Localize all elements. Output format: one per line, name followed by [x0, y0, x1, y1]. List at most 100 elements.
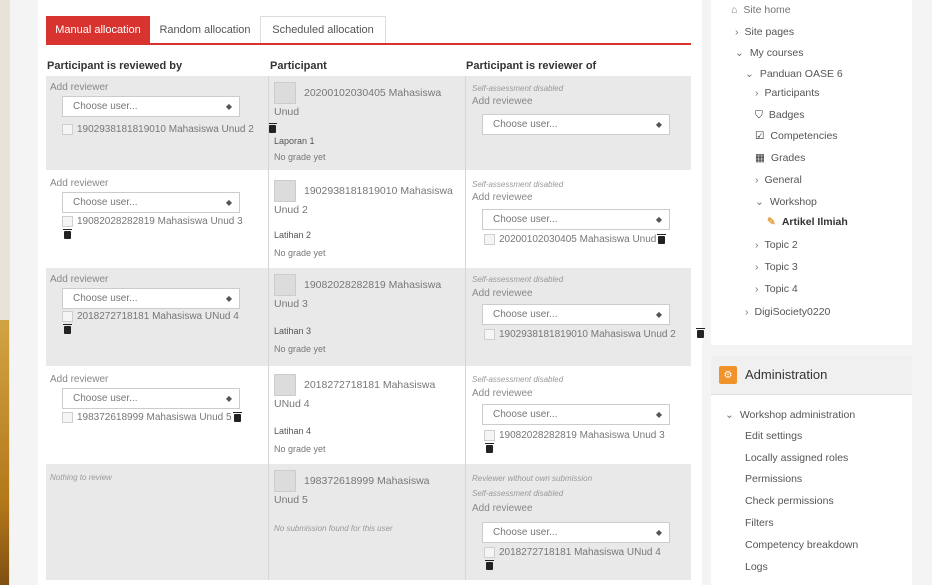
background-decoration: [0, 320, 9, 585]
nav-topic-2[interactable]: › Topic 2: [755, 239, 798, 251]
participant-line-1: 20200102030405 Mahasiswa: [304, 86, 442, 99]
reviewee-name: 2018272718181 Mahasiswa UNud 4: [499, 547, 661, 558]
choose-reviewee-select[interactable]: Choose user... ◆: [482, 304, 670, 325]
admin-link-check-permissions[interactable]: Check permissions: [745, 495, 834, 507]
admin-link-logs[interactable]: Logs: [745, 561, 768, 573]
nav-label: Topic 3: [764, 261, 798, 273]
nav-label: Grades: [770, 152, 806, 164]
chevron-down-icon: ⌄: [725, 409, 734, 421]
reviewer-entry: 2018272718181 Mahasiswa UNud 4: [62, 310, 267, 338]
chevron-down-icon: ◆: [655, 410, 662, 419]
reviewer-name: 198372618999 Mahasiswa Unud 5: [77, 412, 232, 424]
trash-icon[interactable]: [485, 560, 494, 571]
submission-link[interactable]: Laporan 1: [274, 136, 315, 146]
nav-label: Site pages: [744, 26, 795, 38]
reviewer-entry: 19082028282819 Mahasiswa Unud 3: [62, 215, 267, 243]
workshop-administration[interactable]: ⌄ Workshop administration: [725, 409, 855, 421]
grade-status: No grade yet: [274, 248, 326, 258]
participant-line-2: Unud 5: [274, 494, 308, 506]
avatar: [62, 123, 73, 135]
nav-workshop[interactable]: ⌄ Workshop: [755, 196, 817, 208]
self-assessment-note: Self-assessment disabled: [472, 375, 564, 384]
table-row: Add reviewer Choose user... ◆ 19082028282…: [46, 172, 691, 266]
trash-icon[interactable]: [485, 443, 494, 454]
trash-icon[interactable]: [696, 328, 705, 339]
participant-name: 198372618999 Mahasiswa Unud 5: [274, 470, 464, 508]
tab-random-allocation[interactable]: Random allocation: [151, 16, 259, 43]
select-value: Choose user...: [73, 101, 138, 112]
nav-topic-4[interactable]: › Topic 4: [755, 283, 798, 295]
nav-label: Badges: [768, 109, 805, 121]
reviewer-entry: 1902938181819010 Mahasiswa Unud 2: [62, 123, 277, 137]
chevron-down-icon: ◆: [655, 215, 662, 224]
trash-icon[interactable]: [268, 123, 277, 134]
admin-link-local-roles[interactable]: Locally assigned roles: [745, 452, 848, 464]
self-assessment-note: Self-assessment disabled: [472, 489, 564, 498]
chevron-right-icon: ›: [755, 174, 759, 186]
table-row: Add reviewer Choose user... ◆ 19029381818…: [46, 76, 691, 170]
trash-icon[interactable]: [63, 324, 72, 335]
select-value: Choose user...: [493, 119, 558, 130]
nav-competencies[interactable]: ☑ Competencies: [755, 130, 838, 142]
reviewer-without-submission-note: Reviewer without own submission: [472, 474, 593, 483]
choose-reviewee-select[interactable]: Choose user... ◆: [482, 522, 670, 543]
grade-status: No grade yet: [274, 444, 326, 454]
nav-grades[interactable]: ▦ Grades: [755, 152, 805, 164]
choose-reviewee-select[interactable]: Choose user... ◆: [482, 114, 670, 135]
choose-reviewee-select[interactable]: Choose user... ◆: [482, 209, 670, 230]
nav-other-course[interactable]: › DigiSociety0220: [745, 306, 830, 318]
submission-link[interactable]: Latihan 4: [274, 426, 311, 436]
submission-link[interactable]: Latihan 3: [274, 326, 311, 336]
user-picture: [274, 180, 296, 202]
nav-my-courses[interactable]: ⌄ My courses: [735, 47, 804, 59]
avatar: [484, 546, 495, 558]
tab-scheduled-allocation[interactable]: Scheduled allocation: [260, 16, 386, 43]
grade-status: No grade yet: [274, 344, 326, 354]
choose-reviewer-select[interactable]: Choose user... ◆: [62, 388, 240, 409]
chevron-down-icon: ◆: [225, 294, 232, 303]
nothing-to-review-note: Nothing to review: [50, 473, 112, 482]
table-row: Nothing to review 198372618999 Mahasiswa…: [46, 464, 691, 580]
table-icon: ▦: [755, 152, 765, 164]
tab-manual-allocation[interactable]: Manual allocation: [46, 16, 150, 43]
nav-site-pages[interactable]: › Site pages: [735, 26, 794, 38]
add-reviewer-label: Add reviewer: [50, 178, 109, 189]
nav-participants[interactable]: › Participants: [755, 87, 819, 99]
reviewee-entry: 20200102030405 Mahasiswa Unud: [484, 233, 667, 245]
add-reviewer-label: Add reviewer: [50, 274, 109, 285]
choose-reviewer-select[interactable]: Choose user... ◆: [62, 288, 240, 309]
chevron-down-icon: ◆: [225, 394, 232, 403]
admin-link-permissions[interactable]: Permissions: [745, 473, 802, 485]
choose-reviewee-select[interactable]: Choose user... ◆: [482, 404, 670, 425]
admin-link-competency-breakdown[interactable]: Competency breakdown: [745, 539, 858, 551]
home-icon: ⌂: [731, 4, 738, 16]
nav-course[interactable]: ⌄ Panduan OASE 6: [745, 68, 843, 80]
choose-reviewer-select[interactable]: Choose user... ◆: [62, 96, 240, 117]
table-row: Add reviewer Choose user... ◆ 20182727181…: [46, 268, 705, 366]
administration-header: ⚙ Administration: [711, 356, 912, 395]
chevron-down-icon: ◆: [655, 120, 662, 129]
nav-label: Workshop: [769, 196, 817, 208]
trash-icon[interactable]: [232, 411, 242, 422]
column-header-participant: Participant: [270, 60, 327, 72]
admin-link-edit-settings[interactable]: Edit settings: [745, 430, 802, 442]
trash-icon[interactable]: [657, 233, 667, 244]
choose-reviewer-select[interactable]: Choose user... ◆: [62, 192, 240, 213]
allocation-tabs: Manual allocation Random allocation Sche…: [46, 16, 691, 45]
nav-general[interactable]: › General: [755, 174, 802, 186]
column-header-reviewed-by: Participant is reviewed by: [47, 60, 183, 72]
nav-site-home[interactable]: ⌂ Site home: [731, 4, 791, 16]
chevron-down-icon: ◆: [655, 310, 662, 319]
trash-icon[interactable]: [63, 229, 72, 240]
submission-link[interactable]: Latihan 2: [274, 230, 311, 240]
nav-label: DigiSociety0220: [754, 306, 831, 318]
nav-label: Topic 4: [764, 283, 798, 295]
reviewee-name: 1902938181819010 Mahasiswa Unud 2: [499, 329, 676, 340]
workshop-icon: ✎: [767, 216, 776, 228]
nav-topic-3[interactable]: › Topic 3: [755, 261, 798, 273]
nav-current-activity[interactable]: ✎ Artikel Ilmiah: [767, 216, 848, 228]
nav-badges[interactable]: ⛉ Badges: [755, 109, 805, 122]
select-value: Choose user...: [493, 409, 558, 420]
participant-line-2: UNud 4: [274, 398, 310, 410]
admin-link-filters[interactable]: Filters: [745, 517, 774, 529]
